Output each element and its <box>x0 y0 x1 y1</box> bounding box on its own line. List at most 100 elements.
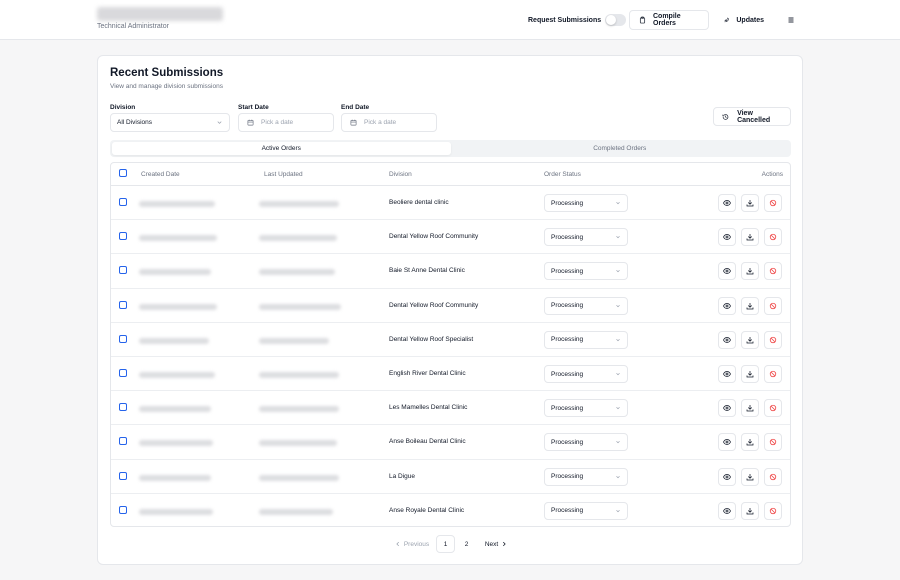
last-updated-redacted <box>259 474 339 481</box>
order-status-select[interactable]: Processing <box>544 501 628 520</box>
cancel-order-button[interactable] <box>764 194 782 212</box>
cancel-order-button[interactable] <box>764 501 782 520</box>
view-order-button[interactable] <box>718 296 736 315</box>
download-order-button[interactable] <box>741 433 759 452</box>
order-status-select[interactable]: Processing <box>544 194 628 212</box>
view-order-button[interactable] <box>718 433 736 452</box>
order-status-select[interactable]: Processing <box>544 330 628 349</box>
order-status-select[interactable]: Processing <box>544 296 628 315</box>
download-order-button[interactable] <box>741 365 759 383</box>
last-updated-redacted <box>259 269 335 276</box>
row-checkbox[interactable] <box>119 369 127 377</box>
cancel-order-button[interactable] <box>764 296 782 315</box>
row-checkbox[interactable] <box>119 300 127 309</box>
cancel-order-button[interactable] <box>764 365 782 383</box>
view-order-button[interactable] <box>718 399 736 418</box>
order-status-select[interactable]: Processing <box>544 365 628 383</box>
calendar-icon <box>247 119 254 126</box>
download-icon <box>746 439 754 446</box>
view-order-button[interactable] <box>718 365 736 383</box>
order-status-select[interactable]: Processing <box>544 433 628 452</box>
download-order-button[interactable] <box>741 228 759 247</box>
download-order-button[interactable] <box>741 467 759 486</box>
order-status-value: Processing <box>551 370 584 378</box>
cancel-order-button[interactable] <box>764 467 782 486</box>
download-icon <box>746 268 754 275</box>
compile-orders-button[interactable]: Compile Orders <box>629 10 709 30</box>
created-date-redacted <box>139 406 211 413</box>
row-checkbox[interactable] <box>119 266 127 275</box>
eye-icon <box>723 234 731 241</box>
tab-completed-orders[interactable]: Completed Orders <box>451 142 790 155</box>
start-date-picker[interactable]: Pick a date <box>238 113 334 132</box>
request-submissions-label: Request Submissions <box>528 16 602 24</box>
view-order-button[interactable] <box>718 228 736 247</box>
order-status-value: Processing <box>551 302 584 310</box>
row-checkbox[interactable] <box>119 437 127 446</box>
order-status-select[interactable]: Processing <box>544 262 628 281</box>
download-order-button[interactable] <box>741 194 759 212</box>
table-row: Baie St Anne Dental Clinic Processing <box>111 254 790 289</box>
page-2-button[interactable]: 2 <box>457 535 476 553</box>
page-title: Recent Submissions <box>110 67 224 79</box>
download-order-button[interactable] <box>741 330 759 349</box>
order-status-value: Processing <box>551 199 584 207</box>
division-name: La Digue <box>389 472 416 480</box>
order-status-select[interactable]: Processing <box>544 399 628 418</box>
download-icon <box>746 302 754 309</box>
cancel-order-button[interactable] <box>764 262 782 281</box>
select-all-checkbox[interactable] <box>119 169 127 177</box>
download-icon <box>746 371 754 378</box>
view-order-button[interactable] <box>718 194 736 212</box>
row-checkbox[interactable] <box>119 471 127 480</box>
last-updated-redacted <box>259 508 333 515</box>
tab-active-orders[interactable]: Active Orders <box>112 142 451 155</box>
next-label: Next <box>484 540 499 548</box>
created-date-redacted <box>139 201 215 207</box>
next-page-button[interactable]: Next <box>482 535 510 553</box>
view-order-button[interactable] <box>718 330 736 349</box>
menu-button[interactable] <box>783 10 799 30</box>
row-checkbox[interactable] <box>119 505 127 514</box>
cancel-order-button[interactable] <box>764 399 782 418</box>
eye-icon <box>723 302 731 309</box>
view-order-button[interactable] <box>718 467 736 486</box>
table-row: La Digue Processing <box>111 460 790 494</box>
view-cancelled-button[interactable]: View Cancelled <box>713 107 791 126</box>
division-select[interactable]: All Divisions <box>110 113 230 132</box>
chevron-down-icon <box>616 202 620 205</box>
last-updated-redacted <box>259 201 339 207</box>
download-order-button[interactable] <box>741 262 759 281</box>
order-status-value: Processing <box>551 473 584 481</box>
created-date-redacted <box>139 508 213 515</box>
download-order-button[interactable] <box>741 501 759 520</box>
eye-icon <box>723 371 731 377</box>
order-status-select[interactable]: Processing <box>544 228 628 247</box>
cancel-order-button[interactable] <box>764 228 782 247</box>
download-order-button[interactable] <box>741 296 759 315</box>
row-checkbox[interactable] <box>119 198 127 206</box>
previous-label: Previous <box>403 540 430 548</box>
chevron-down-icon <box>616 441 620 444</box>
eye-icon <box>723 507 731 514</box>
updates-button[interactable]: Updates <box>715 10 773 30</box>
request-submissions-switch[interactable] <box>605 14 627 26</box>
download-icon <box>746 234 754 241</box>
cancel-order-button[interactable] <box>764 433 782 452</box>
download-order-button[interactable] <box>741 399 759 418</box>
order-status-select[interactable]: Processing <box>544 467 628 486</box>
table-row: English River Dental Clinic Processing <box>111 357 790 392</box>
previous-page-button[interactable]: Previous <box>392 535 432 553</box>
switch-knob <box>606 15 617 25</box>
view-order-button[interactable] <box>718 262 736 281</box>
cancel-order-button[interactable] <box>764 330 782 349</box>
created-date-redacted <box>139 337 209 344</box>
end-date-picker[interactable]: Pick a date <box>341 113 437 132</box>
row-checkbox[interactable] <box>119 403 127 412</box>
last-updated-redacted <box>259 440 337 447</box>
row-checkbox[interactable] <box>119 334 127 343</box>
page-1-button[interactable]: 1 <box>436 535 455 553</box>
view-order-button[interactable] <box>718 501 736 520</box>
row-checkbox[interactable] <box>119 232 127 241</box>
eye-icon <box>723 473 731 480</box>
